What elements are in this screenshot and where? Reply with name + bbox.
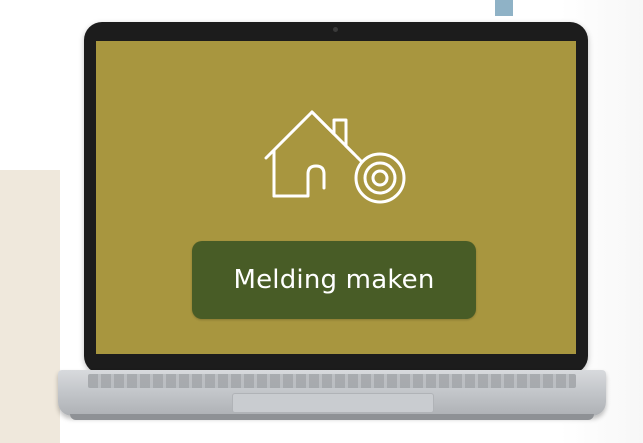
- webcam-icon: [333, 27, 338, 32]
- keyboard: [88, 374, 576, 388]
- laptop: Melding maken: [0, 0, 643, 443]
- report-button-label: Melding maken: [233, 265, 435, 295]
- house-with-target-icon: [262, 104, 422, 204]
- touchpad: [232, 393, 434, 413]
- report-button[interactable]: Melding maken: [192, 241, 476, 319]
- laptop-base-edge: [70, 414, 594, 420]
